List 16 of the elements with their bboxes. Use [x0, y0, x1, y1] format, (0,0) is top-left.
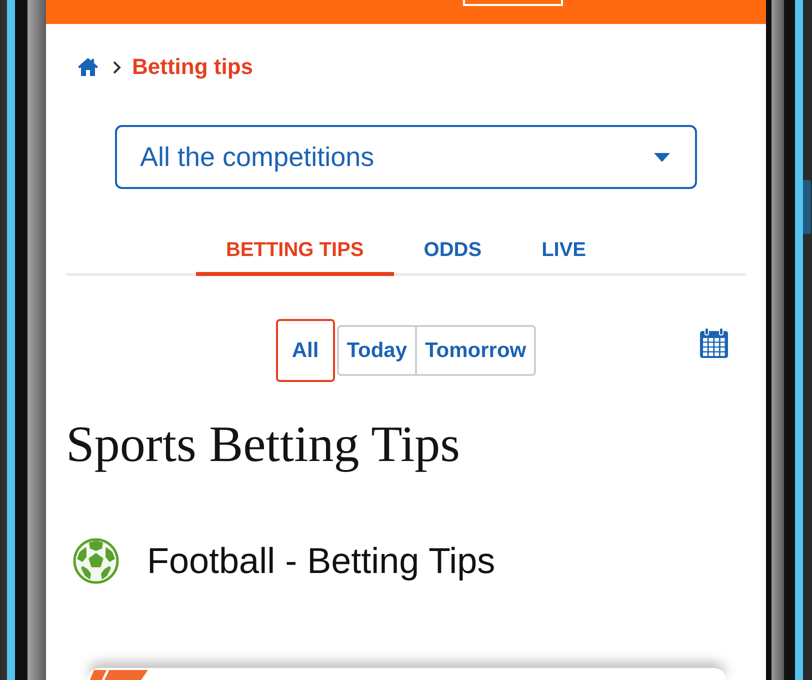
caret-icon: [654, 152, 670, 162]
competition-dropdown[interactable]: All the competitions: [115, 125, 697, 189]
home-icon[interactable]: [78, 58, 98, 76]
day-filter-button[interactable]: All: [276, 319, 335, 382]
breadcrumb-current: Betting tips: [132, 54, 253, 80]
tab[interactable]: LIVE: [512, 203, 616, 276]
tab[interactable]: BETTING TIPS: [196, 203, 394, 276]
calendar-icon[interactable]: [700, 328, 728, 358]
section-title: Football - Betting Tips: [147, 539, 496, 583]
tab[interactable]: ODDS: [394, 203, 512, 276]
day-filter-button[interactable]: Tomorrow: [415, 325, 536, 376]
header-button[interactable]: [463, 0, 563, 6]
page-title: Sports Betting Tips: [66, 416, 461, 475]
chevron-icon: [113, 60, 121, 74]
soccer-ball-icon: [73, 538, 119, 584]
day-filter-button[interactable]: Today: [336, 325, 418, 376]
